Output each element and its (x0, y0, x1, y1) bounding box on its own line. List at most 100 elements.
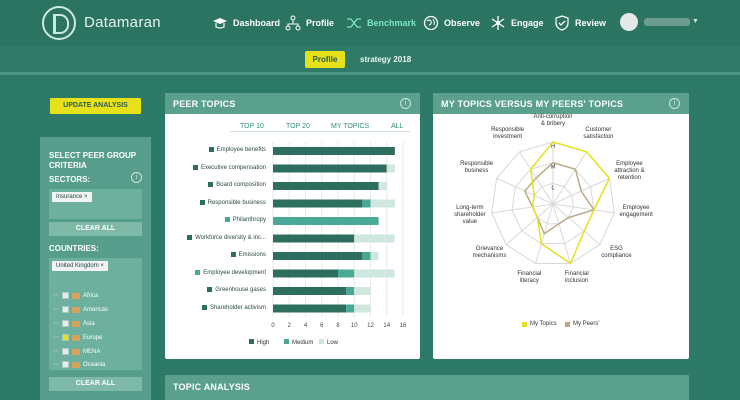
tree-branch-icon: ⋯ (53, 349, 59, 355)
legend-label: My Topics (530, 321, 557, 327)
nav-dashboard-label: Dashboard (233, 18, 281, 28)
brand-name: Datamaran (84, 14, 161, 31)
sector-chip-label: Insurance (56, 194, 83, 200)
radar-level-label: M (551, 165, 556, 171)
top-navbar: Datamaran Dashboard Profile Benchmark Ob… (0, 0, 740, 46)
datamaran-logo[interactable] (42, 6, 76, 40)
my-topics-series (529, 141, 611, 265)
tab-top20[interactable]: TOP 20 (286, 123, 310, 130)
topic-dot (224, 217, 230, 222)
legend-label: High (257, 340, 269, 346)
radar-level-label: L (551, 185, 555, 191)
x-tick-label: 12 (367, 323, 374, 329)
user-name-redacted[interactable] (644, 18, 690, 26)
user-avatar[interactable] (620, 13, 638, 31)
legend-swatch (522, 321, 527, 327)
chevron-down-icon[interactable]: ▼ (692, 18, 699, 25)
folder-icon (72, 292, 80, 299)
topic-label[interactable]: Employee benefits (176, 147, 266, 153)
bar-segment-medium (338, 269, 355, 278)
radar-axis-label: Employee engagement (619, 205, 653, 219)
bar-segment-high (273, 182, 379, 190)
bar-segment-low (354, 234, 395, 243)
bar-segment-low (354, 287, 371, 295)
region-americas[interactable]: ⋯ Americas (53, 305, 108, 314)
nav-review[interactable]: Review (554, 14, 606, 32)
sectors-select[interactable]: Insurance × (49, 189, 142, 219)
region-oceania[interactable]: ⋯ Oceania (53, 360, 105, 369)
country-chip[interactable]: United Kingdom × (52, 261, 108, 271)
region-label: Americas (83, 306, 109, 313)
topic-label[interactable]: Workforce diversity & inc... (176, 234, 266, 241)
topic-dot (208, 182, 214, 187)
strategy-selector[interactable]: strategy 2018 (360, 55, 411, 64)
topic-label[interactable]: Greenhouse gases (176, 287, 266, 293)
region-mena[interactable]: ⋯ MENA (53, 347, 100, 356)
update-analysis-button[interactable]: UPDATE ANALYSIS (50, 98, 141, 114)
topic-label[interactable]: Emissions (176, 252, 266, 258)
tab-all[interactable]: ALL (391, 123, 403, 130)
mortarboard-icon (213, 18, 227, 29)
topic-label[interactable]: Executive compensation (176, 164, 266, 171)
topic-label[interactable]: Employee development (176, 269, 266, 276)
region-europe[interactable]: ⋯ Europe (53, 333, 102, 342)
topic-label[interactable]: Shareholder activism (176, 304, 266, 311)
topic-label-text: Employee benefits (216, 147, 266, 154)
nav-dashboard[interactable]: Dashboard (212, 14, 280, 32)
sector-chip[interactable]: Insurance × (52, 192, 92, 202)
bar-segment-low (370, 199, 395, 208)
region-asia[interactable]: ⋯ Asia (53, 319, 95, 328)
topic-label-text: Shareholder activism (209, 304, 266, 311)
bar-segment-high (273, 287, 347, 295)
checkbox[interactable] (62, 361, 69, 368)
legend-swatch (565, 321, 570, 327)
checkbox[interactable] (62, 292, 69, 299)
radar-axis-label: Grievance mechanisms (472, 246, 507, 260)
tab-top10[interactable]: TOP 10 (240, 123, 264, 130)
checkbox[interactable] (62, 320, 69, 327)
clear-countries-button[interactable]: CLEAR ALL (49, 377, 142, 391)
close-icon[interactable]: × (100, 263, 104, 269)
bar-segment-medium (362, 199, 371, 208)
topic-dot (199, 199, 205, 205)
nav-engage[interactable]: Engage (490, 14, 544, 32)
clear-sectors-button[interactable]: CLEAR ALL (49, 222, 142, 236)
topic-label[interactable]: Board composition (176, 182, 266, 188)
topic-label-text: Workforce diversity & inc... (195, 234, 266, 241)
topic-label[interactable]: Philanthropy (176, 217, 266, 223)
globe-icon (423, 15, 439, 31)
nav-observe[interactable]: Observe (423, 14, 480, 32)
checkbox[interactable] (62, 306, 69, 313)
bar-segment-low (378, 182, 387, 190)
region-label: Oceania (83, 361, 106, 368)
bar-segment-medium (346, 304, 355, 313)
checkbox-checked[interactable] (62, 334, 69, 341)
topic-dot (230, 252, 236, 257)
checkbox[interactable] (62, 348, 69, 355)
folder-icon (72, 306, 80, 313)
tab-my-topics[interactable]: MY TOPICS (331, 123, 369, 130)
close-icon[interactable]: × (84, 194, 88, 200)
info-icon[interactable]: i (669, 98, 680, 109)
info-icon[interactable]: i (400, 98, 411, 109)
tree-branch-icon: ⋯ (53, 335, 59, 341)
nav-engage-label: Engage (511, 18, 544, 28)
nav-benchmark[interactable]: Benchmark (346, 14, 416, 32)
topic-label[interactable]: Responsible business (176, 199, 266, 206)
topic-analysis-card: TOPIC ANALYSIS (165, 375, 689, 400)
bar-segment-high (273, 252, 363, 260)
country-chip-label: United Kingdom (56, 263, 99, 269)
region-label: MENA (83, 348, 101, 355)
nav-profile-label: Profile (306, 18, 335, 28)
sectors-info-icon[interactable]: i (131, 172, 142, 183)
bar-segment-high (273, 147, 395, 155)
radar-axis-label: Long-term shareholder value (454, 205, 486, 226)
peer-topics-title: PEER TOPICS (173, 99, 236, 109)
region-africa[interactable]: ⋯ Africa (53, 291, 98, 300)
bar-segment-high (273, 269, 338, 278)
nav-profile[interactable]: Profile (285, 14, 334, 32)
x-tick-label: 0 (271, 323, 275, 329)
asterisk-icon (491, 16, 505, 30)
folder-icon (72, 334, 80, 341)
tab-profile[interactable]: Profile (305, 51, 345, 68)
